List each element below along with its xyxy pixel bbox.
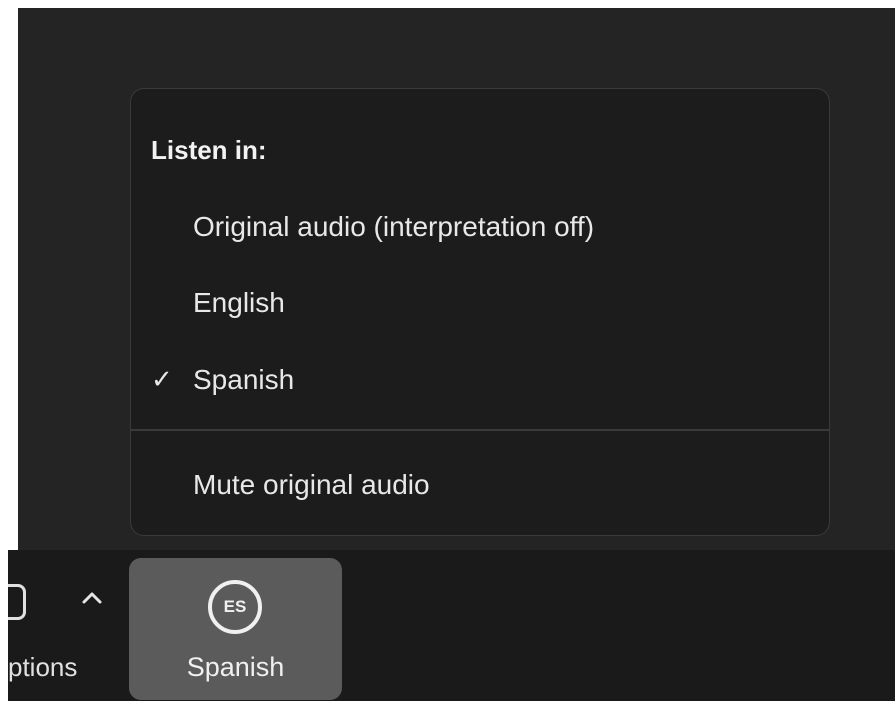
menu-item-label: Spanish — [193, 364, 295, 395]
captions-button-label: ptions — [8, 652, 78, 682]
menu-divider — [131, 429, 829, 431]
language-badge-icon: ES — [208, 580, 262, 634]
interpretation-button[interactable]: ES Spanish — [129, 558, 342, 700]
menu-item-english[interactable]: English — [131, 273, 829, 333]
menu-header: Listen in: — [151, 135, 267, 165]
menu-item-original-audio[interactable]: Original audio (interpretation off) — [131, 197, 829, 257]
chevron-up-icon[interactable] — [74, 578, 110, 618]
checkmark-icon: ✓ — [151, 364, 173, 394]
interpretation-button-label: Spanish — [186, 652, 285, 682]
menu-item-mute-original-audio[interactable]: Mute original audio — [131, 455, 829, 515]
menu-item-label: Mute original audio — [193, 469, 430, 500]
menu-item-label: English — [193, 287, 285, 318]
window-edge — [0, 550, 8, 701]
menu-item-spanish[interactable]: ✓ Spanish — [131, 350, 829, 410]
menu-item-label: Original audio (interpretation off) — [193, 211, 595, 242]
zoom-window: Listen in: Original audio (interpretatio… — [0, 0, 895, 701]
interpretation-menu: Listen in: Original audio (interpretatio… — [130, 88, 830, 536]
captions-icon[interactable] — [8, 584, 26, 620]
